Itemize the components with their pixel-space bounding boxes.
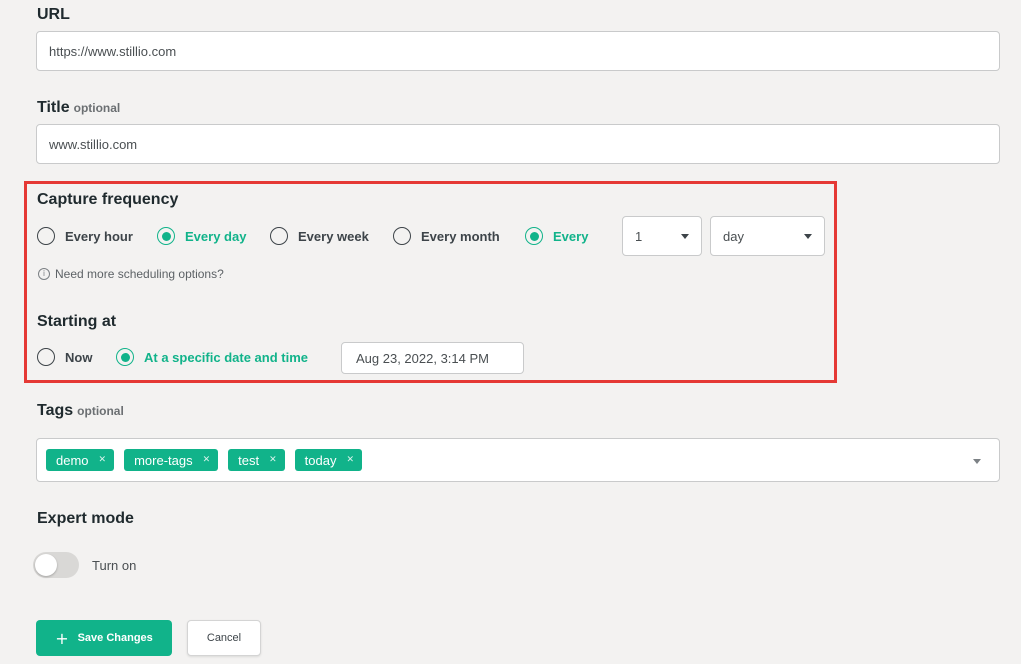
cancel-button-label: Cancel [206,632,242,644]
title-optional-label: optional [73,101,121,115]
close-icon[interactable]: ✕ [203,455,211,465]
radio-circle-icon [270,227,288,245]
interval-value-select[interactable]: 1 [622,216,702,256]
tag-chip-label: more-tags [134,452,193,468]
expert-mode-label: Expert mode [37,510,134,527]
radio-circle-icon [37,227,55,245]
radio-now[interactable]: Now [37,348,92,366]
radio-checked-icon [157,227,175,245]
tags-input[interactable]: demo ✕ more-tags ✕ test ✕ today ✕ [36,438,1000,482]
tags-label: Tags [37,402,74,419]
title-label-group: Title optional [37,99,120,117]
scheduling-options-text: Need more scheduling options? [55,267,224,281]
radio-every-day[interactable]: Every day [157,227,246,245]
expert-mode-toggle[interactable] [33,552,79,578]
tag-chip-label: demo [56,452,89,468]
scheduling-options-link[interactable]: i Need more scheduling options? [38,267,224,281]
tag-chip: more-tags ✕ [124,449,219,471]
interval-unit-select[interactable]: day [710,216,825,256]
radio-now-label: Now [65,349,93,365]
interval-unit: day [723,228,744,244]
radio-every-hour[interactable]: Every hour [37,227,133,245]
cancel-button[interactable]: Cancel [187,620,261,656]
save-button[interactable]: + Save Changes [36,620,172,656]
url-input[interactable]: https://www.stillio.com [36,31,1000,71]
chevron-down-icon[interactable] [973,459,981,464]
radio-every-hour-label: Every hour [65,228,133,244]
radio-every-custom[interactable]: Every [525,227,588,245]
radio-circle-icon [393,227,411,245]
radio-every-week[interactable]: Every week [270,227,369,245]
radio-every-month[interactable]: Every month [393,227,500,245]
radio-checked-icon [525,227,543,245]
title-input[interactable]: www.stillio.com [36,124,1000,164]
chevron-down-icon [681,233,689,239]
tag-chip: test ✕ [228,449,285,471]
url-label: URL [37,6,70,23]
close-icon[interactable]: ✕ [99,455,107,465]
radio-every-day-label: Every day [185,228,247,244]
info-icon: i [38,268,50,280]
tags-optional-label: optional [77,404,124,418]
capture-frequency-label: Capture frequency [37,191,179,208]
start-datetime-input[interactable]: Aug 23, 2022, 3:14 PM [341,342,524,374]
tag-chip: demo ✕ [46,449,115,471]
radio-specific-date-label: At a specific date and time [144,349,308,365]
save-button-label: Save Changes [77,632,153,644]
radio-every-custom-label: Every [553,228,589,244]
tags-label-group: Tags optional [37,402,124,420]
plus-icon: + [55,628,69,648]
starting-at-label: Starting at [37,313,117,330]
tag-chip-label: test [238,452,260,468]
radio-every-month-label: Every month [421,228,500,244]
expert-mode-toggle-label: Turn on [92,557,137,573]
chevron-down-icon [804,233,812,239]
expert-mode-toggle-row: Turn on [33,552,136,578]
close-icon[interactable]: ✕ [346,455,354,465]
radio-every-week-label: Every week [298,228,369,244]
close-icon[interactable]: ✕ [269,455,277,465]
interval-value: 1 [635,228,643,244]
tag-chip-label: today [304,452,337,468]
radio-specific-date[interactable]: At a specific date and time [116,348,308,366]
radio-circle-icon [37,348,55,366]
title-label: Title [37,99,70,116]
tag-chip: today ✕ [294,449,363,471]
radio-checked-icon [116,348,134,366]
